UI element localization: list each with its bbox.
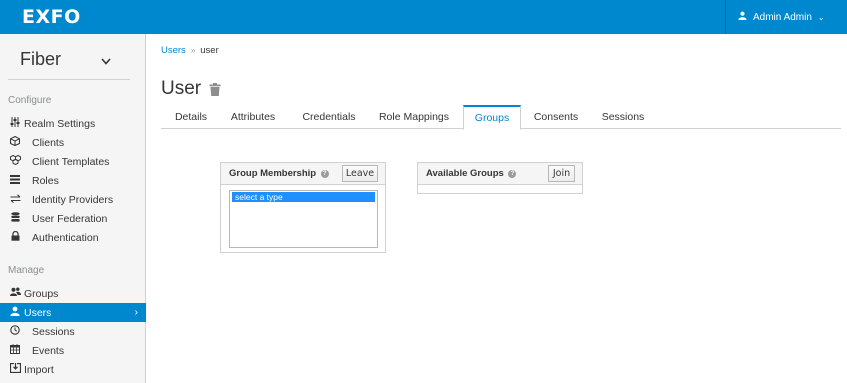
sidebar-item-sessions[interactable]: Sessions — [0, 322, 146, 341]
user-icon — [8, 306, 22, 319]
panel-header: Available Groups ? Join — [418, 163, 582, 185]
chevron-down-icon: ⌄ — [817, 12, 825, 22]
sidebar-item-label: Realm Settings — [24, 117, 96, 130]
realm-name: Fiber — [20, 49, 62, 69]
exchange-icon — [8, 193, 22, 206]
cubes-icon — [8, 154, 22, 168]
sidebar-item-label: Client Templates — [32, 155, 110, 168]
sidebar-item-events[interactable]: Events — [0, 341, 146, 360]
sidebar-item-label: Authentication — [32, 231, 99, 244]
trash-icon[interactable] — [209, 83, 221, 96]
sidebar-item-label: Groups — [24, 287, 59, 300]
tab-consents[interactable]: Consents — [526, 105, 586, 129]
chevron-right-icon: › — [134, 307, 138, 318]
list-icon — [8, 174, 22, 187]
group-membership-panel: Group Membership ? Leave select a type — [220, 162, 386, 253]
sidebar-item-label: User Federation — [32, 212, 108, 225]
sidebar-item-roles[interactable]: Roles — [0, 171, 146, 190]
sidebar-item-user-federation[interactable]: User Federation — [0, 209, 146, 228]
sidebar-item-users[interactable]: Users › — [0, 303, 146, 322]
user-tabs: Details Attributes Credentials Role Mapp… — [161, 105, 841, 130]
sidebar: Fiber Configure Realm Settings Clients C… — [0, 34, 146, 383]
group-membership-select[interactable]: select a type — [229, 190, 378, 248]
sidebar-item-realm-settings[interactable]: Realm Settings — [0, 114, 146, 133]
user-icon — [738, 11, 747, 23]
page-title: User — [161, 78, 202, 99]
leave-button[interactable]: Leave — [342, 165, 378, 182]
clock-icon — [8, 325, 22, 338]
realm-selector[interactable]: Fiber — [8, 44, 130, 80]
available-groups-panel: Available Groups ? Join — [417, 162, 583, 194]
database-icon — [8, 212, 22, 225]
breadcrumb: Users » user — [161, 45, 219, 56]
join-button[interactable]: Join — [548, 165, 575, 182]
sliders-icon — [8, 117, 22, 130]
breadcrumb-separator: » — [190, 46, 196, 55]
top-navbar: EXFO Admin Admin ⌄ — [0, 0, 847, 34]
breadcrumb-current: user — [200, 45, 219, 56]
tab-groups[interactable]: Groups — [463, 105, 521, 130]
sidebar-item-label: Events — [32, 344, 65, 357]
select-option[interactable]: select a type — [232, 192, 375, 202]
help-icon[interactable]: ? — [320, 170, 329, 178]
panel-header: Group Membership ? Leave — [221, 163, 385, 185]
tab-attributes[interactable]: Attributes — [223, 105, 283, 129]
sidebar-item-label: Import — [24, 363, 54, 376]
sidebar-item-identity-providers[interactable]: Identity Providers — [0, 190, 146, 209]
sidebar-item-label: Clients — [32, 136, 65, 149]
breadcrumb-users-link[interactable]: Users — [161, 45, 186, 56]
user-menu-label: Admin Admin — [753, 11, 812, 23]
tab-sessions[interactable]: Sessions — [593, 105, 653, 129]
users-icon — [8, 287, 22, 300]
tab-details[interactable]: Details — [166, 105, 216, 129]
lock-icon — [8, 230, 22, 244]
sidebar-item-label: Roles — [32, 174, 59, 187]
cube-icon — [8, 135, 22, 149]
sidebar-item-client-templates[interactable]: Client Templates — [0, 152, 146, 171]
panel-title: Available Groups ? — [426, 168, 517, 179]
manage-section-label: Manage — [8, 265, 45, 276]
user-menu[interactable]: Admin Admin ⌄ — [725, 0, 847, 34]
panel-title: Group Membership ? — [229, 168, 329, 179]
sidebar-item-clients[interactable]: Clients — [0, 133, 146, 152]
tab-credentials[interactable]: Credentials — [294, 105, 364, 129]
sidebar-item-authentication[interactable]: Authentication — [0, 228, 146, 247]
help-icon[interactable]: ? — [508, 170, 517, 178]
sidebar-item-label: Users — [24, 306, 52, 319]
sidebar-item-groups[interactable]: Groups — [0, 284, 146, 303]
sidebar-item-label: Sessions — [32, 325, 75, 338]
configure-section-label: Configure — [8, 95, 52, 106]
calendar-icon — [8, 344, 22, 357]
sidebar-item-import[interactable]: Import — [0, 360, 146, 379]
chevron-down-icon — [101, 52, 111, 68]
import-icon — [8, 362, 22, 376]
brand-logo[interactable]: EXFO — [22, 6, 81, 28]
sidebar-item-label: Identity Providers — [32, 193, 114, 206]
tab-role-mappings[interactable]: Role Mappings — [374, 105, 454, 129]
